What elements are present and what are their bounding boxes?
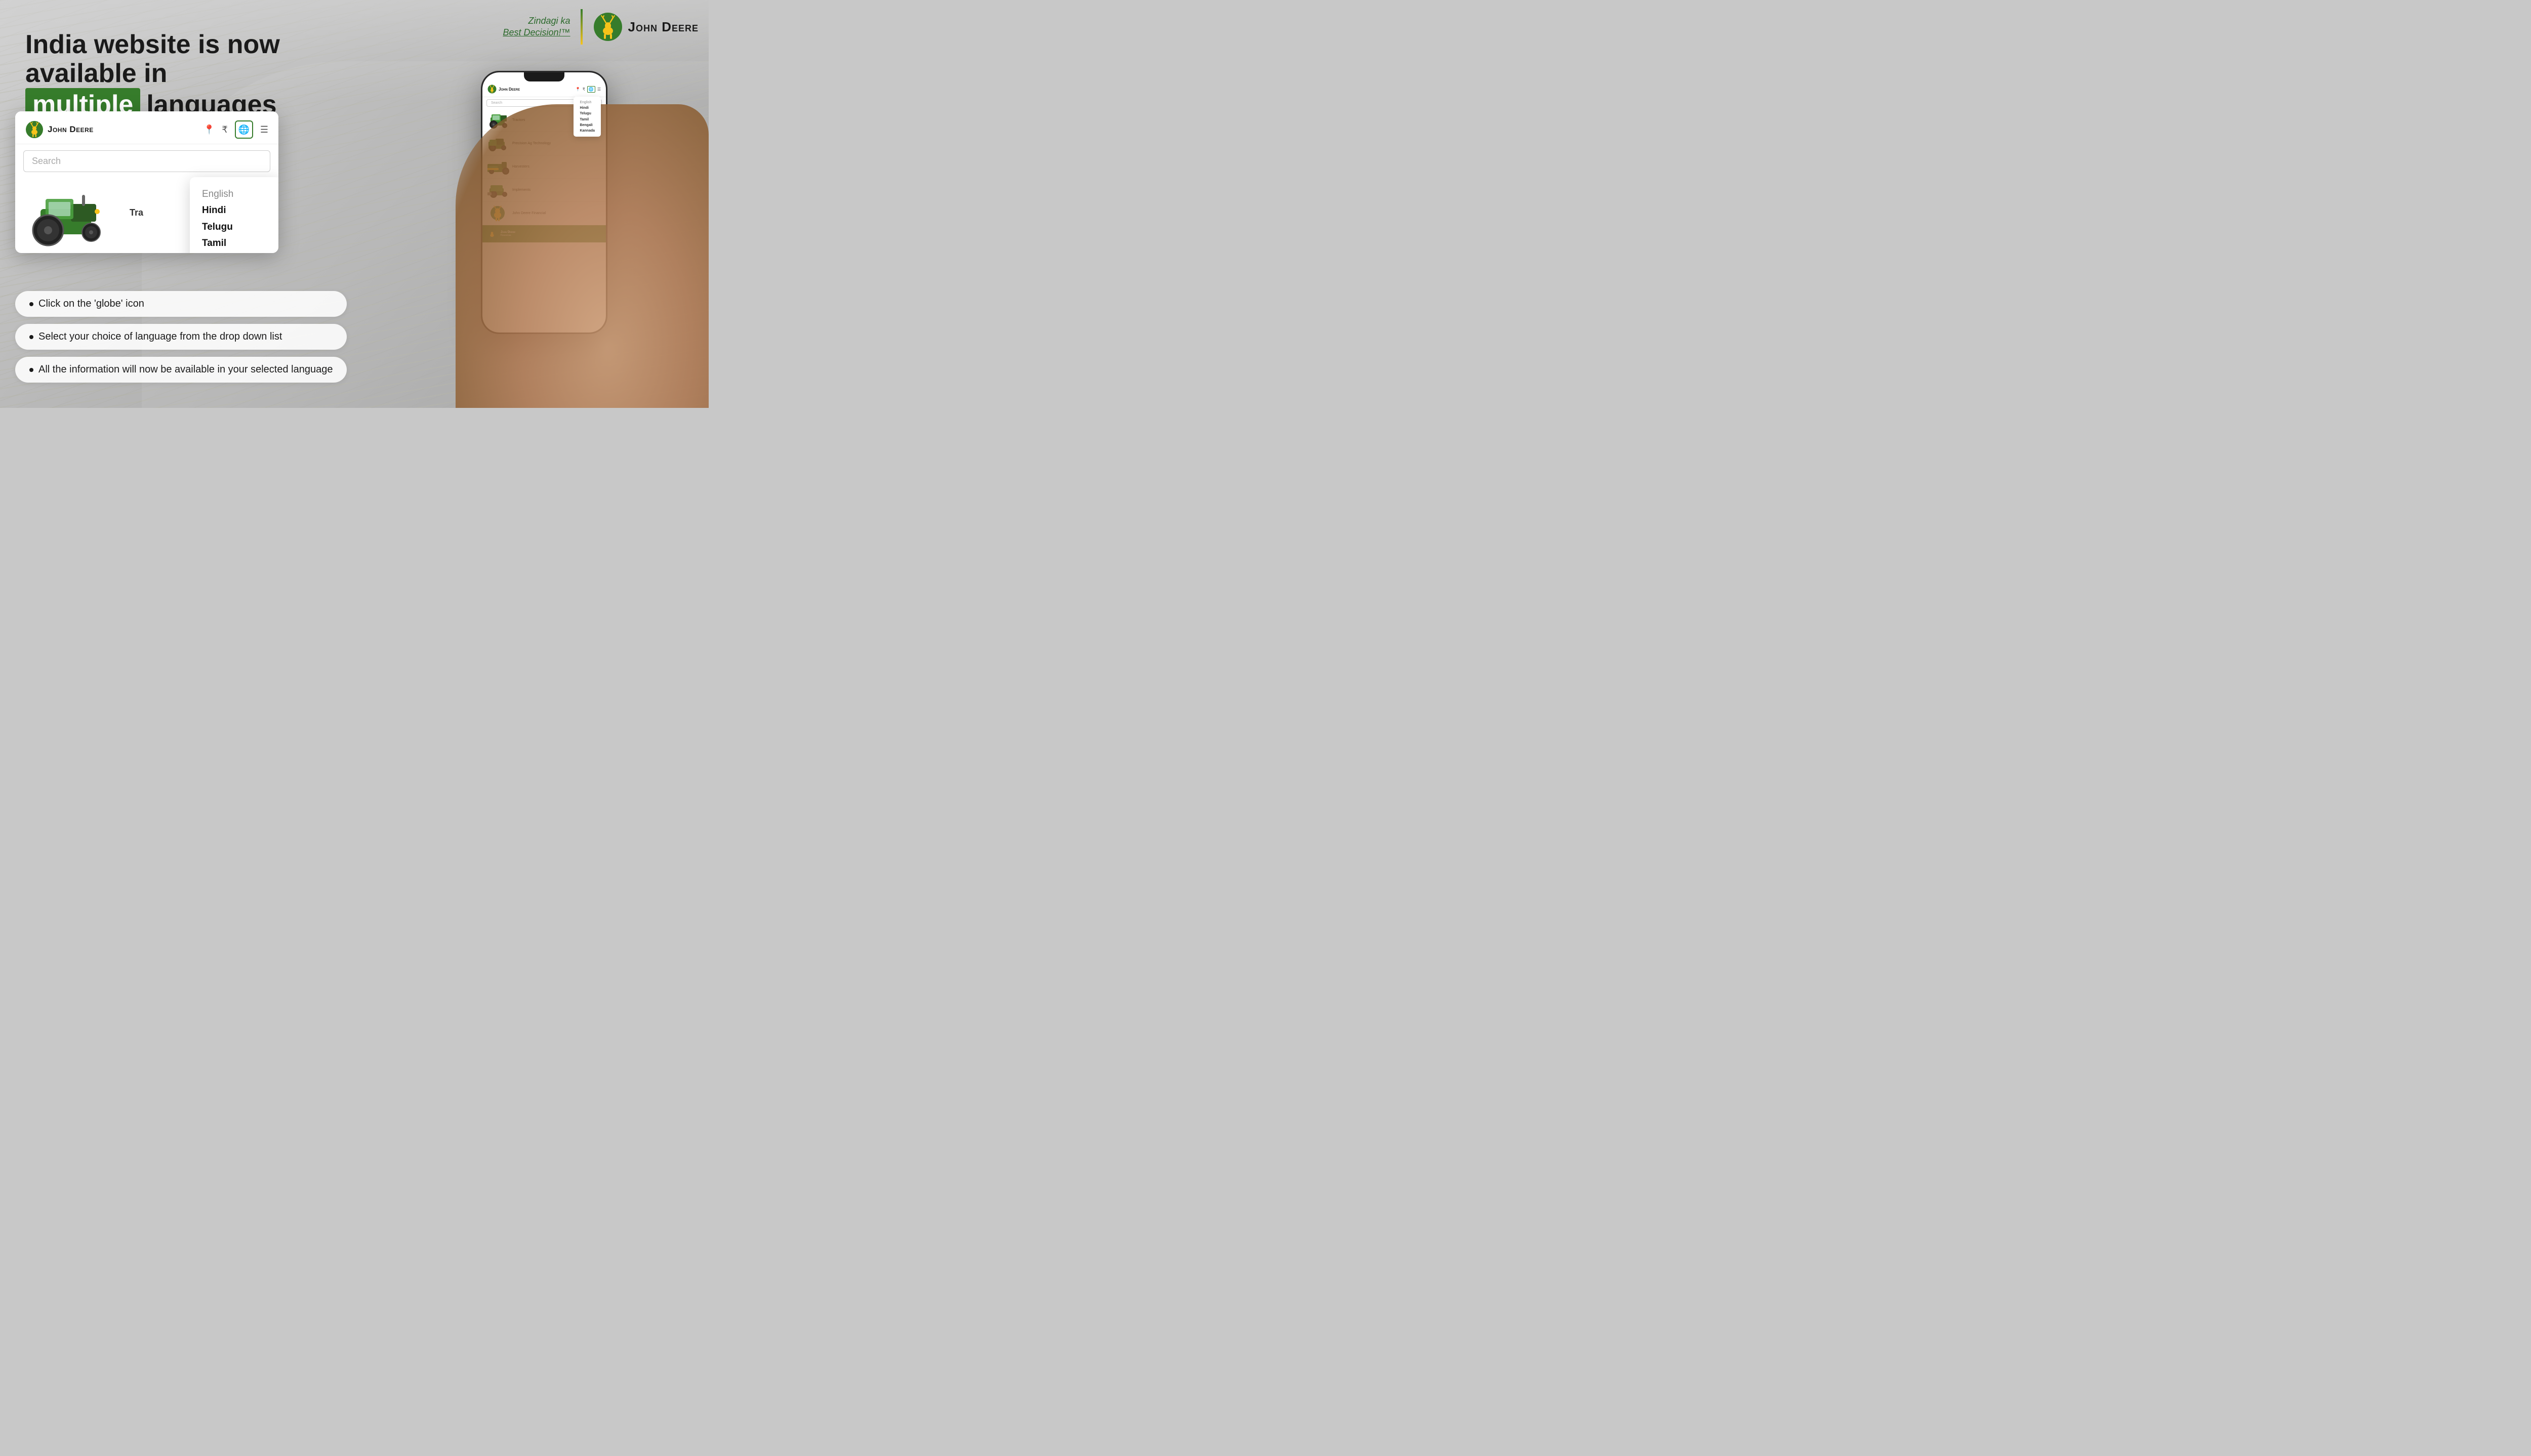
tagline-line2: Best Decision!™ — [503, 27, 570, 38]
language-dropdown: English Hindi Telugu Tamil Bengali Kanna… — [190, 177, 278, 253]
browser-logo: John Deere — [25, 120, 94, 139]
deer-icon-phone — [487, 85, 497, 94]
location-icon[interactable]: 📍 — [203, 124, 215, 135]
phone-lang-kannada[interactable]: Kannada — [580, 128, 595, 134]
phone-language-dropdown: English Hindi Telugu Tamil Bengali Kanna… — [574, 97, 601, 137]
headline-area: India website is now available in multip… — [25, 30, 380, 122]
tractor-image-area — [15, 179, 121, 252]
bullets-area: Click on the 'globe' icon Select your ch… — [15, 291, 347, 383]
phone-row-label-financial: John Deere Financial — [512, 212, 546, 215]
browser-brand-name: John Deere — [48, 124, 94, 135]
bullet-dot-2 — [29, 335, 33, 339]
phone-financial-img — [486, 204, 509, 222]
browser-header: John Deere 📍 ₹ 🌐 ☰ — [15, 111, 278, 144]
phone-row-label-harvesters: Harvesters — [512, 165, 529, 169]
bullet-dot-1 — [29, 302, 33, 306]
phone-lang-telugu[interactable]: Telugu — [580, 111, 595, 116]
tagline-line1: Zindagi ka — [503, 15, 570, 27]
tractor-label: Tra — [121, 207, 143, 223]
phone-precision-img — [486, 135, 509, 152]
deer-icon-top — [593, 12, 623, 42]
rupee-icon[interactable]: ₹ — [222, 124, 227, 135]
phone-row-implements: Implements — [482, 179, 606, 202]
phone-harvester-img — [486, 158, 509, 176]
top-logo: John Deere — [593, 12, 699, 42]
browser-body: Tra English Hindi Telugu Tamil Bengali K… — [15, 177, 278, 253]
deer-icon-browser — [25, 120, 44, 139]
phone-row-label-implements: Implements — [512, 188, 530, 192]
bullet-2: Select your choice of language from the … — [15, 324, 347, 350]
lang-item-telugu[interactable]: Telugu — [202, 219, 266, 235]
headline-line1: India website is now available in — [25, 30, 380, 88]
lang-item-english[interactable]: English — [202, 186, 266, 202]
search-placeholder: Search — [32, 156, 61, 166]
phone-menu-icon[interactable]: ☰ — [597, 87, 601, 92]
phone-implements-img — [486, 181, 509, 199]
header-top-right: Zindagi ka Best Decision!™ — [503, 9, 699, 45]
phone-lang-bengali[interactable]: Bengali — [580, 122, 595, 128]
phone-search-placeholder: Search — [491, 101, 502, 105]
phone-mockup: John Deere 📍 ₹ 🌐 ☰ English Hindi Telugu … — [481, 71, 607, 334]
phone-row-label-tractors: Tractors — [512, 118, 525, 122]
tagline: Zindagi ka Best Decision!™ — [503, 15, 570, 39]
bullet-dot-3 — [29, 368, 33, 372]
phone-lang-english[interactable]: English — [580, 100, 595, 105]
phone-row-harvesters: Harvesters — [482, 155, 606, 179]
bullet-1: Click on the 'globe' icon — [15, 291, 347, 317]
divider — [581, 9, 583, 45]
main-content: Zindagi ka Best Decision!™ — [0, 0, 709, 408]
phone-lang-hindi[interactable]: Hindi — [580, 105, 595, 111]
tractor-svg — [20, 184, 121, 249]
browser-mockup: John Deere 📍 ₹ 🌐 ☰ Search — [15, 111, 278, 253]
phone-brand-name: John Deere — [499, 87, 520, 92]
lang-item-hindi[interactable]: Hindi — [202, 202, 266, 219]
bullet-text-1: Click on the 'globe' icon — [38, 298, 144, 310]
browser-search-bar[interactable]: Search — [23, 150, 270, 172]
phone-row-financial: John Deere Financial — [482, 202, 606, 225]
bullet-text-3: All the information will now be availabl… — [38, 364, 333, 376]
phone-financial-banner: John DeereFinancial — [482, 225, 606, 242]
phone-lang-tamil[interactable]: Tamil — [580, 117, 595, 122]
top-brand-name: John Deere — [628, 19, 699, 35]
phone-logo: John Deere — [487, 85, 520, 94]
bullet-3: All the information will now be availabl… — [15, 357, 347, 383]
financial-banner-text: John DeereFinancial — [501, 231, 515, 237]
phone-content: Tractors Precision Ag Technology — [482, 109, 606, 332]
phone-header: John Deere 📍 ₹ 🌐 ☰ English Hindi Telugu … — [482, 81, 606, 97]
globe-icon-btn[interactable]: 🌐 — [235, 120, 253, 139]
phone-globe-icon[interactable]: 🌐 — [587, 86, 595, 93]
phone-location-icon[interactable]: 📍 — [576, 87, 581, 92]
lang-item-tamil[interactable]: Tamil — [202, 235, 266, 252]
financial-banner-icon — [486, 228, 498, 239]
phone-notch — [524, 72, 564, 81]
phone-nav-icons: 📍 ₹ 🌐 ☰ — [576, 86, 601, 93]
phone-tractor-img — [486, 111, 509, 129]
phone-screen: John Deere 📍 ₹ 🌐 ☰ English Hindi Telugu … — [482, 72, 606, 332]
phone-row-label-precision: Precision Ag Technology — [512, 142, 551, 145]
phone-rupee-icon[interactable]: ₹ — [583, 87, 585, 92]
bullet-text-2: Select your choice of language from the … — [38, 331, 282, 343]
menu-icon[interactable]: ☰ — [260, 124, 268, 135]
browser-nav-icons: 📍 ₹ 🌐 ☰ — [203, 120, 268, 139]
lang-item-bengali[interactable]: Bengali — [202, 252, 266, 253]
